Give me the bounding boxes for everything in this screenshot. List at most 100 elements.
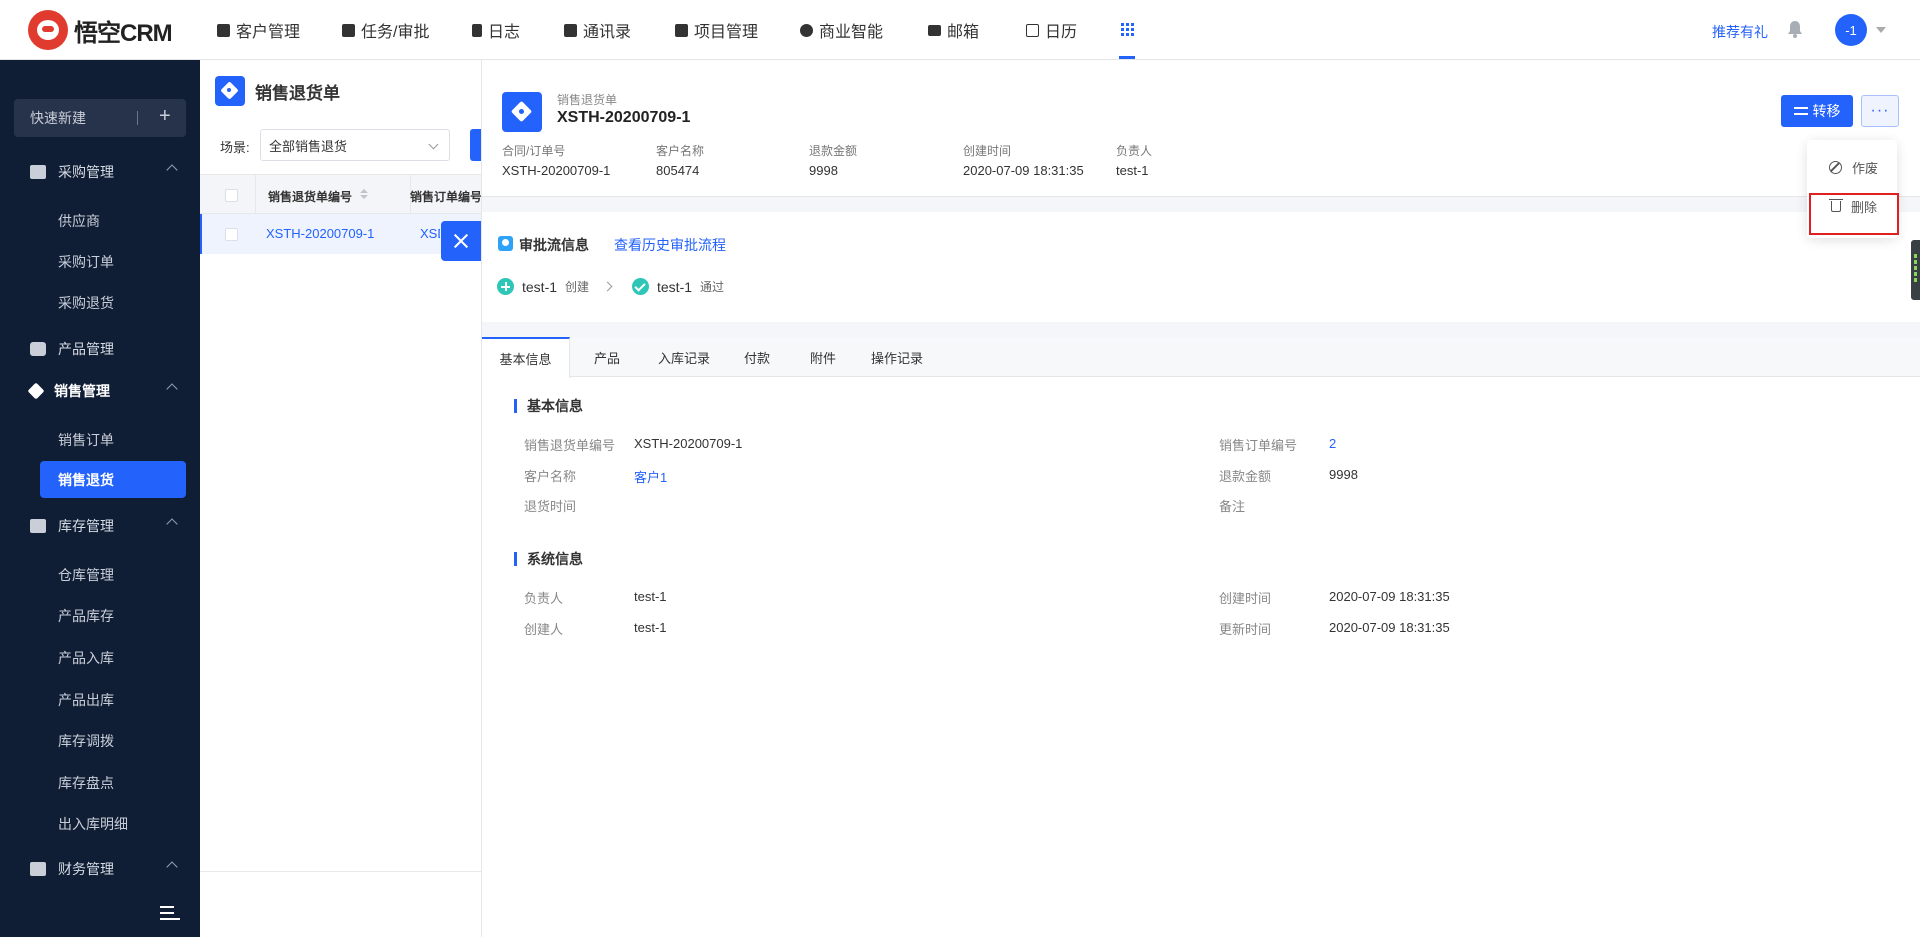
nav-customers[interactable]: 客户管理 bbox=[217, 0, 300, 60]
list-page: 销售退货单 场景: 全部销售退货 销售退货单编号 销售订单编号 XSTH-202… bbox=[200, 60, 490, 937]
nav-tasks[interactable]: 任务/审批 bbox=[342, 0, 429, 60]
sort-icon[interactable] bbox=[360, 189, 368, 201]
order-no-cell[interactable]: XSD bbox=[420, 226, 440, 241]
avatar[interactable]: -1 bbox=[1835, 14, 1867, 46]
divider bbox=[200, 871, 490, 872]
chevron-up-icon bbox=[166, 861, 178, 873]
sidebar-group-purchase[interactable]: 采购管理 bbox=[0, 152, 200, 192]
sidebar-group-product[interactable]: 产品管理 bbox=[0, 329, 200, 369]
bell-icon[interactable] bbox=[1787, 20, 1803, 38]
field-label: 创建时间 bbox=[1219, 591, 1272, 606]
field-label: 创建人 bbox=[524, 622, 564, 637]
ban-icon bbox=[1829, 160, 1842, 174]
tab-operation-log[interactable]: 操作记录 bbox=[856, 337, 938, 377]
tab-attachments[interactable]: 附件 bbox=[790, 337, 856, 377]
quick-new-button[interactable]: 快速新建 + bbox=[14, 99, 186, 137]
table-header: 销售退货单编号 销售订单编号 bbox=[200, 174, 490, 215]
approval-title: 审批流信息 bbox=[519, 237, 589, 253]
field-label: 负责人 bbox=[524, 591, 564, 606]
page-title: 销售退货单 bbox=[255, 83, 340, 103]
sidebar-item-stock-in[interactable]: 产品入库 bbox=[58, 648, 114, 668]
record-type: 销售退货单 bbox=[557, 93, 618, 107]
collapse-sidebar-icon[interactable] bbox=[160, 905, 180, 921]
detail-panel: 销售退货单 XSTH-20200709-1 合同/订单号 XSTH-202007… bbox=[481, 60, 1920, 937]
meta-label: 客户名称 bbox=[656, 144, 705, 158]
top-nav: 悟空CRM 客户管理 任务/审批 日志 通讯录 项目管理 商业智能 邮箱 日历 … bbox=[0, 0, 1920, 60]
field-label: 更新时间 bbox=[1219, 622, 1272, 637]
menu-item-void[interactable]: 作废 bbox=[1807, 150, 1897, 184]
sidebar-group-inventory[interactable]: 库存管理 bbox=[0, 506, 200, 546]
detail-header: 销售退货单 XSTH-20200709-1 合同/订单号 XSTH-202007… bbox=[482, 60, 1920, 197]
plus-icon[interactable]: + bbox=[159, 105, 171, 128]
nav-calendar[interactable]: 日历 bbox=[1026, 0, 1077, 60]
mail-icon bbox=[928, 24, 941, 36]
field-label: 退货时间 bbox=[524, 499, 577, 514]
field-value: XSTH-20200709-1 bbox=[634, 436, 743, 451]
sidebar-group-finance[interactable]: 财务管理 bbox=[0, 849, 200, 889]
tab-basic[interactable]: 基本信息 bbox=[482, 337, 570, 378]
field-value: 9998 bbox=[1329, 467, 1358, 482]
transfer-button[interactable]: 转移 bbox=[1781, 95, 1853, 127]
cart-icon bbox=[30, 165, 46, 179]
sidebar: 快速新建 + 采购管理 供应商 采购订单 采购退货 产品管理 销售管理 销售订单… bbox=[0, 60, 200, 937]
apps-grid-icon[interactable] bbox=[1121, 23, 1134, 36]
tag-icon bbox=[215, 76, 245, 106]
chevron-down-icon[interactable] bbox=[1876, 27, 1886, 33]
sidebar-item-supplier[interactable]: 供应商 bbox=[58, 211, 100, 231]
sidebar-item-warehouse[interactable]: 仓库管理 bbox=[58, 565, 114, 585]
field-label: 销售退货单编号 bbox=[524, 438, 616, 453]
tab-payment[interactable]: 付款 bbox=[724, 337, 790, 377]
promo-link[interactable]: 推荐有礼 bbox=[1712, 22, 1768, 42]
analytics-icon bbox=[800, 23, 813, 37]
field-value: test-1 bbox=[634, 589, 667, 604]
nav-bi[interactable]: 商业智能 bbox=[800, 0, 883, 60]
sidebar-item-stocktake[interactable]: 库存盘点 bbox=[58, 773, 114, 793]
more-button[interactable]: ··· bbox=[1861, 95, 1899, 127]
sidebar-item-stock-out[interactable]: 产品出库 bbox=[58, 690, 114, 710]
section-title-system: 系统信息 bbox=[514, 552, 583, 566]
sidebar-item-inout-detail[interactable]: 出入库明细 bbox=[58, 814, 128, 834]
meta-label: 合同/订单号 bbox=[502, 144, 566, 158]
sidebar-item-purchase-order[interactable]: 采购订单 bbox=[58, 252, 114, 272]
sidebar-item-purchase-return[interactable]: 采购退货 bbox=[58, 293, 114, 313]
customer-link[interactable]: 客户1 bbox=[634, 467, 667, 486]
chevron-up-icon bbox=[166, 164, 178, 176]
column-header-return-no[interactable]: 销售退货单编号 bbox=[268, 188, 352, 205]
order-link[interactable]: 2 bbox=[1329, 436, 1336, 451]
sidebar-item-sales-order[interactable]: 销售订单 bbox=[58, 430, 114, 450]
chevron-up-icon bbox=[166, 383, 178, 395]
chevron-down-icon bbox=[428, 139, 439, 150]
column-header-order-no[interactable]: 销售订单编号 bbox=[410, 188, 490, 205]
return-no-cell[interactable]: XSTH-20200709-1 bbox=[266, 226, 374, 241]
transfer-arrows-icon bbox=[1793, 106, 1808, 116]
nav-log[interactable]: 日志 bbox=[472, 0, 520, 60]
notebook-icon bbox=[472, 23, 482, 37]
field-label: 销售订单编号 bbox=[1219, 438, 1298, 453]
logo[interactable]: 悟空CRM bbox=[28, 10, 173, 50]
divider bbox=[255, 175, 256, 215]
brand-name: 悟空CRM bbox=[74, 19, 173, 47]
sidebar-group-sales[interactable]: 销售管理 bbox=[0, 371, 200, 411]
scene-select[interactable]: 全部销售退货 bbox=[260, 129, 450, 161]
sidebar-item-transfer[interactable]: 库存调拨 bbox=[58, 731, 114, 751]
tab-products[interactable]: 产品 bbox=[570, 337, 644, 377]
calendar-icon bbox=[1026, 23, 1039, 37]
approval-history-link[interactable]: 查看历史审批流程 bbox=[614, 235, 726, 255]
field-label: 备注 bbox=[1219, 499, 1246, 514]
nav-mail[interactable]: 邮箱 bbox=[928, 0, 979, 60]
phone-book-icon bbox=[564, 23, 577, 37]
side-widget-handle[interactable] bbox=[1911, 240, 1920, 300]
field-label: 退款金额 bbox=[1219, 469, 1272, 484]
sidebar-item-sales-return[interactable]: 销售退货 bbox=[40, 461, 186, 498]
close-detail-button[interactable] bbox=[441, 221, 481, 261]
sidebar-item-product-stock[interactable]: 产品库存 bbox=[58, 606, 114, 626]
row-checkbox[interactable] bbox=[225, 228, 238, 241]
select-all-checkbox[interactable] bbox=[225, 189, 238, 202]
tab-inbound[interactable]: 入库记录 bbox=[644, 337, 724, 377]
field-label: 客户名称 bbox=[524, 469, 577, 484]
building-icon bbox=[217, 23, 230, 37]
nav-contacts[interactable]: 通讯录 bbox=[564, 0, 631, 60]
plus-circle-icon bbox=[497, 278, 514, 295]
cube-icon bbox=[30, 342, 46, 356]
nav-projects[interactable]: 项目管理 bbox=[675, 0, 758, 60]
